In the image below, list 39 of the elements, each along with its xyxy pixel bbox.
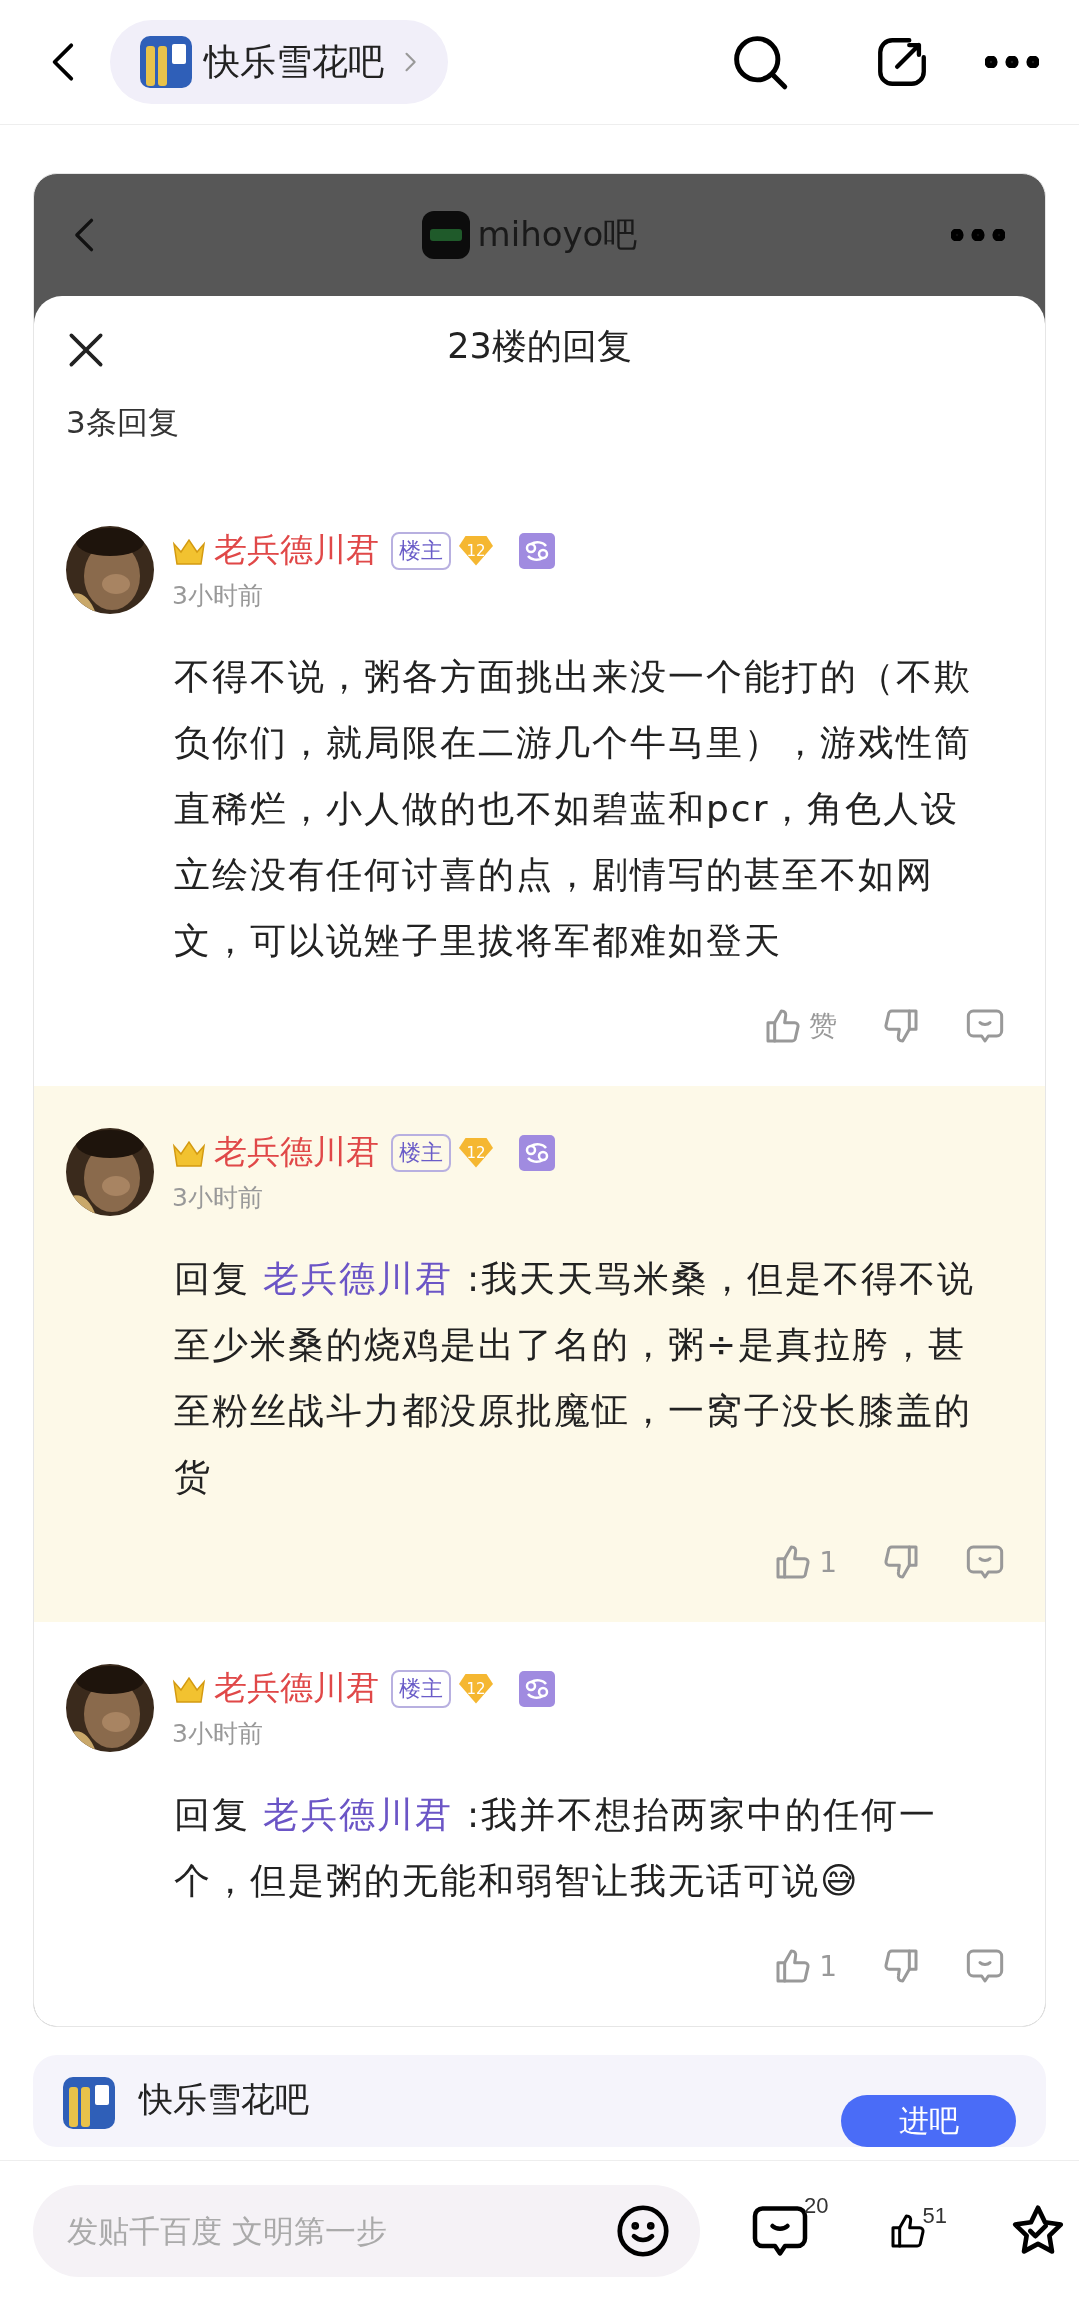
comment-text: 回复 老兵德川君 :我并不想抬两家中的任何一个，但是粥的无能和弱智让我无话可说😅 bbox=[174, 1793, 939, 1903]
like-button[interactable]: 1 bbox=[773, 1542, 837, 1582]
sheet-title: 23楼的回复 bbox=[447, 324, 632, 368]
like-button[interactable]: 赞 bbox=[763, 1006, 837, 1046]
user-name[interactable]: 老兵德川君 bbox=[214, 1130, 379, 1175]
forum-logo-icon bbox=[63, 2077, 115, 2129]
reply-count: 3条回复 bbox=[65, 403, 180, 442]
level-badge: 12 bbox=[459, 1137, 493, 1168]
level-badge: 12 bbox=[459, 1673, 493, 1704]
post-time: 3小时前 bbox=[172, 1182, 264, 1214]
comment-field[interactable]: 发贴千百度 文明第一步 bbox=[33, 2185, 700, 2277]
user-name[interactable]: 老兵德川君 bbox=[214, 1666, 379, 1711]
comment-text: 回复 老兵德川君 :我天天骂米桑，但是不得不说至少米桑的烧鸡是出了名的，粥÷是真拉胯，甚至粉丝战斗力都没原批魔怔，一窝子没长膝盖的货 bbox=[174, 1257, 977, 1499]
post-time: 3小时前 bbox=[172, 580, 264, 612]
role-badge: 楼主 bbox=[391, 1669, 451, 1708]
more-icon bbox=[951, 229, 1005, 241]
forum-logo-icon bbox=[421, 211, 470, 259]
cancer-sign-icon bbox=[519, 1670, 555, 1707]
role-badge: 楼主 bbox=[391, 1133, 451, 1172]
comment-text: 不得不说，粥各方面挑出来没一个能打的（不欺负你们，就局限在二游几个牛马里），游戏性简直稀烂，小人做的也不如碧蓝和pcr，角色人设立绘没有任何讨喜的点，剧情写的甚至不如网文，可以说矬子里拔将军都难如登天 bbox=[174, 655, 973, 963]
like-button[interactable]: 1 bbox=[773, 1946, 837, 1986]
user-name[interactable]: 老兵德川君 bbox=[214, 528, 379, 573]
user-link[interactable]: 老兵德川君 bbox=[263, 1258, 454, 1299]
cancer-sign-icon bbox=[519, 532, 555, 569]
forum-name: mihoyo吧 bbox=[477, 213, 638, 256]
post-time: 3小时前 bbox=[172, 1718, 264, 1750]
role-badge: 楼主 bbox=[391, 531, 451, 570]
forum-pill[interactable]: 快乐雪花吧 bbox=[110, 20, 448, 104]
comment-input[interactable]: 发贴千百度 文明第一步 bbox=[65, 2212, 612, 2250]
forum-name: 快乐雪花吧 bbox=[204, 39, 384, 84]
more-icon[interactable] bbox=[985, 56, 1039, 68]
comment-count: 20 bbox=[804, 2193, 829, 2219]
forum-logo-icon bbox=[140, 36, 192, 88]
forum-name: 快乐雪花吧 bbox=[139, 2078, 309, 2121]
level-badge: 12 bbox=[459, 535, 493, 566]
cancer-sign-icon bbox=[519, 1134, 555, 1171]
like-count: 51 bbox=[922, 2203, 947, 2229]
enter-button[interactable]: 进吧 bbox=[841, 2095, 1016, 2147]
user-link[interactable]: 老兵德川君 bbox=[263, 1794, 454, 1835]
